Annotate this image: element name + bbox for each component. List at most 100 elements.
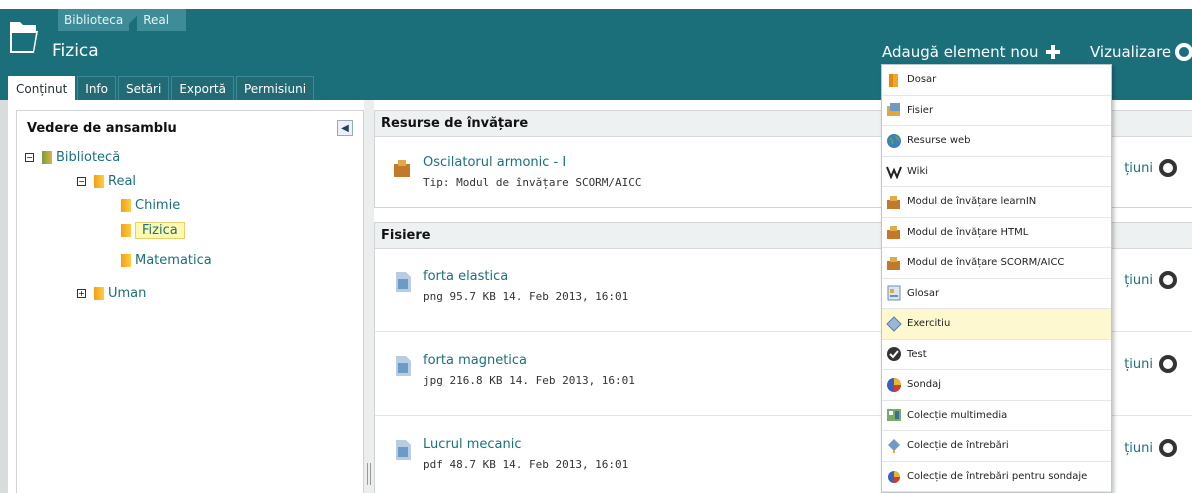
item-meta: png 95.7 KB 14. Feb 2013, 16:01 — [423, 290, 629, 303]
add-item-menu: Dosar Fisier Resurse web Wiki Modul de î… — [881, 64, 1112, 493]
folder-icon — [121, 199, 131, 212]
tree-toggle-collapse[interactable]: − — [77, 177, 86, 186]
menu-item-fisier[interactable]: Fisier — [882, 96, 1111, 126]
learning-module-icon — [394, 160, 410, 177]
globe-icon — [887, 133, 901, 148]
menu-item-wiki[interactable]: Wiki — [882, 157, 1111, 187]
menu-item-label: Modul de învățare learnIN — [907, 196, 1037, 208]
tree-toggle-collapse[interactable]: − — [25, 153, 34, 162]
plus-icon — [1045, 44, 1061, 60]
tree-node-matematica[interactable]: Matematica — [121, 253, 212, 268]
tree-label: Real — [108, 174, 137, 189]
item-title-link[interactable]: forta elastica — [423, 269, 628, 284]
top-strip — [0, 0, 1192, 9]
folder-icon — [121, 224, 131, 237]
actions-label: țiuni — [1124, 160, 1153, 176]
menu-item-label: Dosar — [907, 74, 937, 86]
collapse-panel-button[interactable]: ◀ — [337, 120, 353, 136]
menu-item-label: Exercitiu — [907, 318, 951, 330]
tab-info[interactable]: Info — [77, 76, 116, 100]
item-title-link[interactable]: forta magnetica — [423, 353, 635, 368]
view-label: Vizualizare — [1090, 43, 1172, 61]
menu-item-label: Colecție multimedia — [907, 409, 1008, 421]
gear-icon — [1159, 271, 1177, 289]
item-meta: jpg 216.8 KB 14. Feb 2013, 16:01 — [423, 374, 635, 387]
tab-bar: Conținut Info Setări Exportă Permisiuni — [8, 76, 315, 100]
menu-item-colectie-intrebari-sondaje[interactable]: Colecție de întrebări pentru sondaje — [882, 462, 1111, 492]
tab-content[interactable]: Conținut — [8, 76, 76, 100]
tree-node-real[interactable]: − Real — [77, 174, 136, 189]
menu-item-label: Modul de învățare SCORM/AICC — [907, 257, 1065, 269]
test-check-icon — [887, 347, 901, 362]
item-meta: Tip: Modul de învățare SCORM/AICC — [423, 176, 642, 189]
breadcrumb: Biblioteca Real — [58, 9, 186, 31]
menu-item-test[interactable]: Test — [882, 340, 1111, 370]
view-button[interactable]: Vizualizare — [1090, 43, 1192, 61]
breadcrumb-item-biblioteca[interactable]: Biblioteca — [58, 13, 129, 27]
file-icon — [396, 356, 411, 376]
folder-icon — [94, 287, 104, 300]
actions-button[interactable]: țiuni — [1124, 271, 1177, 289]
tree-label: Bibliotecă — [56, 150, 121, 165]
page-title: Fizica — [52, 41, 99, 61]
panel-splitter[interactable] — [364, 100, 374, 493]
menu-item-label: Resurse web — [907, 135, 971, 147]
item-meta: pdf 48.7 KB 14. Feb 2013, 16:01 — [423, 458, 629, 471]
gear-icon — [1159, 159, 1177, 177]
menu-item-dosar[interactable]: Dosar — [882, 65, 1111, 96]
actions-label: țiuni — [1124, 440, 1153, 456]
overview-header: Vedere de ansamblu ◀ — [17, 111, 363, 145]
folder-icon — [121, 254, 131, 267]
exercise-icon — [886, 316, 902, 332]
tree-toggle-expand[interactable]: + — [77, 289, 86, 298]
media-collection-icon — [887, 409, 901, 422]
tab-settings[interactable]: Setări — [118, 76, 170, 100]
overview-panel: Vedere de ansamblu ◀ − Bibliotecă − Real… — [16, 110, 364, 493]
wiki-icon — [886, 166, 902, 180]
menu-item-modul-scorm[interactable]: Modul de învățare SCORM/AICC — [882, 248, 1111, 279]
app-window: Biblioteca Real Fizica Adaugă element no… — [0, 0, 1192, 493]
folder-icon — [94, 175, 104, 188]
actions-button[interactable]: țiuni — [1124, 159, 1177, 177]
question-pool-icon — [888, 438, 900, 453]
menu-item-exercitiu[interactable]: Exercitiu — [882, 309, 1111, 340]
menu-item-sondaj[interactable]: Sondaj — [882, 370, 1111, 401]
actions-button[interactable]: țiuni — [1124, 439, 1177, 457]
menu-item-resurse-web[interactable]: Resurse web — [882, 126, 1111, 157]
file-icon — [396, 440, 411, 460]
list-item: forta elastica png 95.7 KB 14. Feb 2013,… — [393, 269, 628, 303]
menu-item-label: Wiki — [907, 165, 929, 177]
file-icon — [887, 103, 900, 117]
learning-module-icon — [887, 226, 900, 240]
add-new-item-button[interactable]: Adaugă element nou — [882, 43, 1061, 61]
menu-item-label: Sondaj — [907, 379, 942, 391]
actions-button[interactable]: țiuni — [1124, 355, 1177, 373]
tree-node-uman[interactable]: + Uman — [77, 286, 146, 301]
tree-label: Chimie — [135, 198, 181, 213]
tree-node-fizica[interactable]: Fizica — [121, 222, 185, 239]
tab-permissions[interactable]: Permisiuni — [235, 76, 315, 100]
survey-icon — [887, 377, 901, 392]
tab-export[interactable]: Exportă — [171, 76, 234, 100]
splitter-grip[interactable] — [367, 463, 371, 485]
menu-item-modul-learnin[interactable]: Modul de învățare learnIN — [882, 187, 1111, 218]
learning-module-icon — [887, 195, 900, 209]
menu-item-glosar[interactable]: Glosar — [882, 279, 1111, 309]
item-title-link[interactable]: Oscilatorul armonic - I — [423, 155, 642, 170]
menu-item-colectie-intrebari[interactable]: Colecție de întrebări — [882, 431, 1111, 462]
survey-pool-icon — [888, 471, 900, 484]
tree-node-biblioteca[interactable]: − Bibliotecă — [25, 150, 120, 165]
actions-label: țiuni — [1124, 272, 1153, 288]
gear-icon — [1159, 439, 1177, 457]
item-title-link[interactable]: Lucrul mecanic — [423, 437, 628, 452]
menu-item-modul-html[interactable]: Modul de învățare HTML — [882, 218, 1111, 248]
menu-item-colectie-multimedia[interactable]: Colecție multimedia — [882, 401, 1111, 431]
menu-item-label: Glosar — [907, 287, 940, 299]
tree-node-chimie[interactable]: Chimie — [121, 198, 180, 213]
list-item: Lucrul mecanic pdf 48.7 KB 14. Feb 2013,… — [393, 437, 628, 471]
breadcrumb-item-real[interactable]: Real — [137, 13, 175, 27]
breadcrumb-separator — [129, 9, 138, 31]
add-new-item-label: Adaugă element nou — [882, 43, 1039, 61]
glossary-icon — [887, 285, 901, 301]
menu-item-label: Modul de învățare HTML — [907, 226, 1029, 238]
